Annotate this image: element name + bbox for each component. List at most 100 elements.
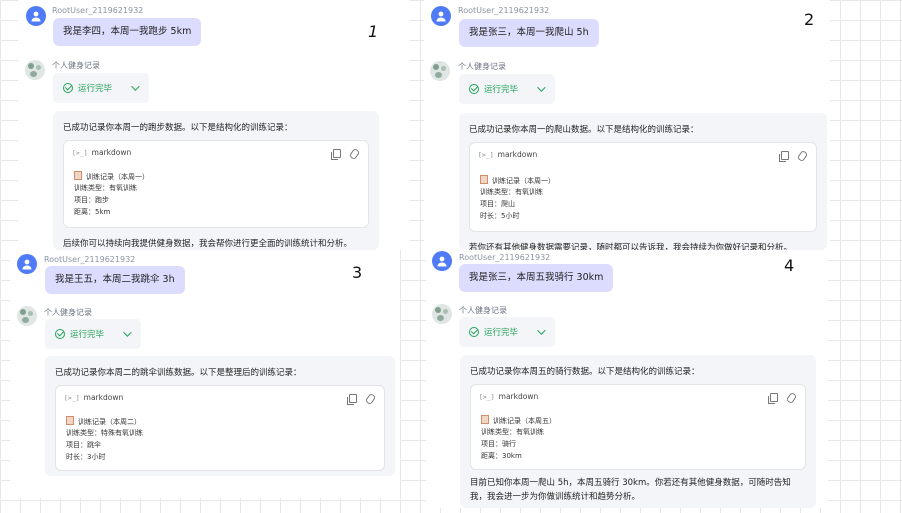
panel-number: 3 — [352, 263, 363, 282]
user-name: RootUser_2119621932 — [459, 253, 551, 262]
bot-avatar — [430, 61, 450, 81]
chat-panel-4: RootUser_2119621932 我是张三，本周五我骑行 30km 4 个… — [426, 250, 828, 508]
copy-icon[interactable] — [768, 393, 778, 404]
check-circle-icon — [55, 329, 65, 339]
attach-icon[interactable] — [364, 392, 377, 406]
attach-icon[interactable] — [796, 149, 809, 163]
code-line: 项目：爬山 — [480, 200, 515, 208]
run-status-toggle[interactable]: 运行完毕 — [45, 319, 141, 349]
terminal-icon: [>_] — [478, 151, 494, 159]
code-block: [>_] markdown 训练记录（本周一） 训练类型：有氧训练 项目：跑步 距… — [63, 140, 369, 228]
reply-intro: 已成功记录你本周一的爬山数据。以下是结构化的训练记录： — [469, 125, 699, 135]
code-line: 训练类型：有氧训练 — [480, 188, 543, 196]
reply-intro: 已成功记录你本周五的骑行数据。以下是结构化的训练记录： — [470, 367, 700, 377]
assistant-reply: 已成功记录你本周一的爬山数据。以下是结构化的训练记录： [>_] markdown… — [459, 113, 827, 250]
code-line: 距离：30km — [481, 452, 522, 460]
assistant-reply: 已成功记录你本周五的骑行数据。以下是结构化的训练记录： [>_] markdown… — [460, 355, 816, 508]
user-avatar — [431, 6, 451, 26]
run-status-toggle[interactable]: 运行完毕 — [53, 73, 149, 103]
bot-avatar — [17, 306, 37, 326]
user-message-bubble: 我是李四，本周一我跑步 5km — [53, 18, 202, 46]
code-line: 训练记录（本周一） — [480, 175, 555, 186]
code-line: 项目：跑步 — [74, 196, 109, 204]
user-avatar — [26, 6, 46, 26]
panel-number: 2 — [804, 10, 815, 29]
code-block: [>_] markdown 训练记录（本周一） 训练类型：有氧训练 项目：爬山 时… — [469, 142, 817, 232]
panel-number: 4 — [784, 256, 795, 275]
reply-tail: 后续你可以持续向我提供健身数据，我会帮你进行更全面的训练统计和分析。 — [63, 239, 353, 249]
code-language: markdown — [498, 392, 539, 401]
code-language: markdown — [83, 393, 124, 402]
user-avatar — [17, 254, 37, 274]
status-text: 运行完毕 — [484, 85, 519, 95]
user-message-bubble: 我是张三，本周五我骑行 30km — [459, 264, 614, 292]
code-line: 训练记录（本周五） — [481, 415, 556, 426]
bot-name: 个人健身记录 — [458, 62, 506, 71]
user-message-bubble: 我是王五，本周二我跳伞 3h — [45, 266, 185, 294]
panel-number: 1 — [368, 22, 379, 41]
run-status-toggle[interactable]: 运行完毕 — [459, 317, 555, 347]
assistant-reply: 已成功记录你本周二的跳伞训练数据。以下是整理后的训练记录： [>_] markdo… — [45, 356, 395, 476]
check-circle-icon — [63, 83, 73, 93]
code-line: 时长：3小时 — [66, 453, 106, 461]
memo-icon — [74, 171, 82, 180]
code-line: 距离：5km — [74, 208, 111, 216]
user-name: RootUser_2119621932 — [458, 6, 550, 15]
bot-name: 个人健身记录 — [52, 61, 100, 70]
user-message-bubble: 我是张三，本周一我爬山 5h — [459, 19, 599, 47]
terminal-icon: [>_] — [479, 393, 495, 401]
bot-name: 个人健身记录 — [459, 306, 507, 315]
reply-tail: 若你还有其他健身数据需要记录，随时都可以告诉我，我会持续为你做好记录和分析。 — [469, 243, 793, 250]
user-icon — [31, 11, 41, 22]
chevron-down-icon — [537, 83, 546, 92]
attach-icon[interactable] — [785, 391, 798, 405]
chat-panel-3: RootUser_2119621932 我是王五，本周二我跳伞 3h 3 个人健… — [10, 250, 400, 498]
chevron-down-icon — [131, 82, 140, 91]
copy-icon[interactable] — [331, 149, 341, 160]
reply-tail-line: 我，我会进一步为你做训练统计和趋势分析。 — [470, 492, 641, 502]
code-language: markdown — [497, 150, 538, 159]
user-icon — [436, 11, 446, 22]
user-name: RootUser_2119621932 — [52, 6, 144, 15]
memo-icon — [481, 415, 489, 424]
chat-panel-2: RootUser_2119621932 我是张三，本周一我爬山 5h 2 个人健… — [424, 0, 830, 250]
user-avatar — [432, 251, 452, 271]
memo-icon — [480, 175, 488, 184]
code-block: [>_] markdown 训练记录（本周二） 训练类型：特殊有氧训练 项目：跳伞… — [55, 385, 385, 471]
code-block-header: [>_] markdown — [72, 148, 131, 157]
terminal-icon: [>_] — [64, 394, 80, 402]
reply-intro: 已成功记录你本周二的跳伞训练数据。以下是整理后的训练记录： — [55, 368, 302, 378]
copy-icon[interactable] — [779, 151, 789, 162]
check-circle-icon — [469, 84, 479, 94]
memo-icon — [66, 416, 74, 425]
reply-intro: 已成功记录你本周一的跑步数据。以下是结构化的训练记录： — [63, 123, 293, 133]
code-line: 训练类型：有氧训练 — [481, 428, 544, 436]
code-block: [>_] markdown 训练记录（本周五） 训练类型：有氧训练 项目：骑行 距… — [470, 384, 806, 470]
code-line: 训练记录（本周一） — [74, 171, 149, 182]
user-name: RootUser_2119621932 — [44, 255, 136, 264]
copy-icon[interactable] — [347, 394, 357, 405]
chevron-down-icon — [123, 328, 132, 337]
status-text: 运行完毕 — [78, 84, 113, 94]
assistant-reply: 已成功记录你本周一的跑步数据。以下是结构化的训练记录： [>_] markdown… — [53, 111, 379, 250]
code-block-header: [>_] markdown — [478, 150, 537, 159]
bot-avatar — [432, 304, 452, 324]
bot-name: 个人健身记录 — [44, 308, 92, 317]
attach-icon[interactable] — [348, 147, 361, 161]
status-text: 运行完毕 — [70, 330, 105, 340]
check-circle-icon — [469, 327, 479, 337]
code-line: 训练类型：特殊有氧训练 — [66, 429, 143, 437]
terminal-icon: [>_] — [72, 149, 88, 157]
code-line: 时长：5小时 — [480, 212, 520, 220]
reply-tail-line: 目前已知你本周一爬山 5h，本周五骑行 30km。你若还有其他健身数据，可随时告… — [470, 478, 791, 488]
status-text: 运行完毕 — [484, 328, 519, 338]
code-block-header: [>_] markdown — [479, 392, 538, 401]
run-status-toggle[interactable]: 运行完毕 — [459, 74, 555, 104]
bot-avatar — [25, 60, 45, 80]
code-language: markdown — [91, 148, 132, 157]
code-block-header: [>_] markdown — [64, 393, 123, 402]
user-icon — [437, 256, 447, 267]
code-line: 训练类型：有氧训练 — [74, 184, 137, 192]
chevron-down-icon — [537, 326, 546, 335]
chat-panel-1: RootUser_2119621932 我是李四，本周一我跑步 5km 1 个人… — [18, 0, 410, 250]
